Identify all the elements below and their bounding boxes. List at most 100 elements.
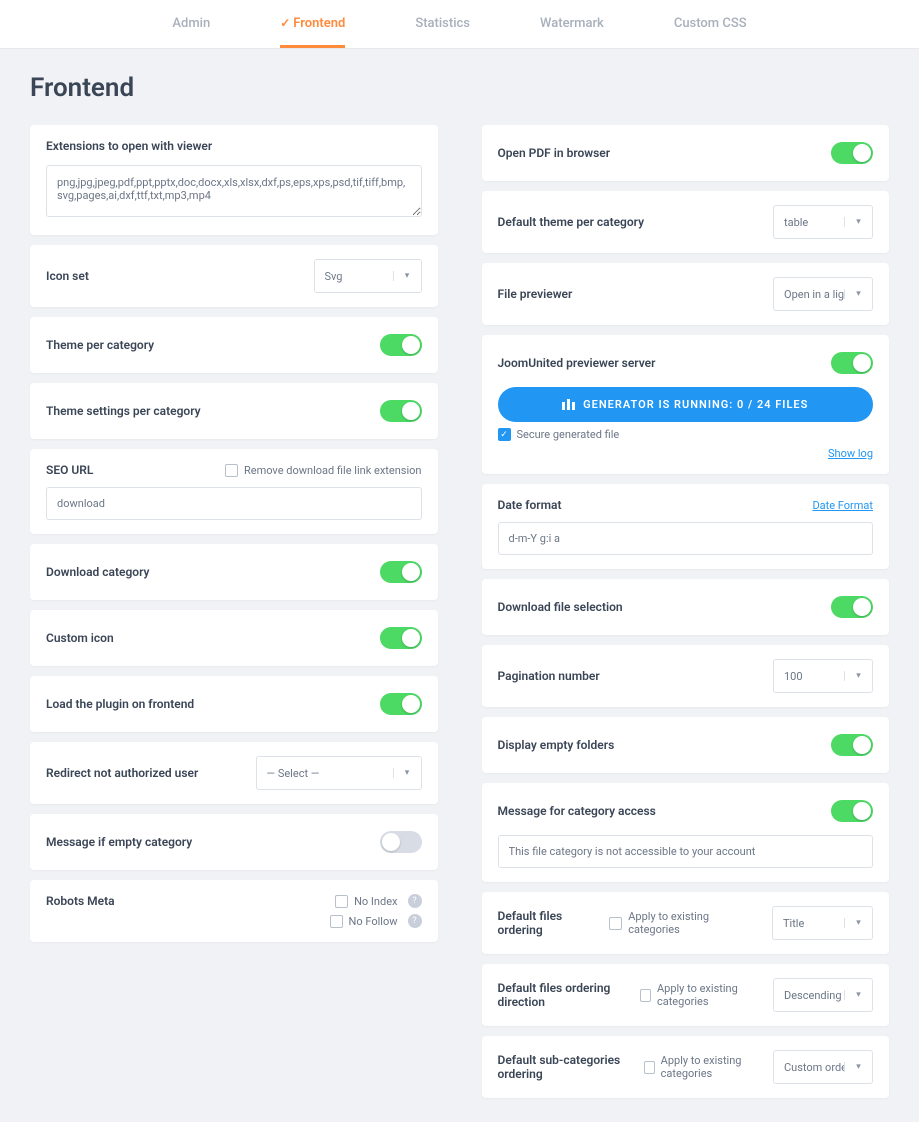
subcat-ordering-select[interactable]: Custom order ▾ bbox=[773, 1050, 873, 1084]
tab-admin[interactable]: Admin bbox=[172, 16, 210, 48]
theme-settings-toggle[interactable] bbox=[380, 400, 422, 422]
ordering-dir-apply-checkbox[interactable]: Apply to existing categories bbox=[640, 982, 763, 1008]
open-pdf-label: Open PDF in browser bbox=[498, 146, 611, 160]
chevron-down-icon: ▾ bbox=[844, 217, 872, 227]
card-redirect: Redirect not authorized user — Select — … bbox=[30, 742, 438, 804]
custom-icon-toggle[interactable] bbox=[380, 627, 422, 649]
card-icon-set: Icon set Svg ▾ bbox=[30, 245, 438, 307]
card-files-ordering: Default files ordering Apply to existing… bbox=[482, 892, 890, 954]
subcat-ordering-label: Default sub-categories ordering bbox=[498, 1053, 645, 1081]
secure-file-checkbox[interactable]: ✓ Secure generated file bbox=[498, 428, 874, 441]
tab-frontend[interactable]: Frontend bbox=[280, 16, 345, 48]
chevron-down-icon: ▾ bbox=[844, 1062, 872, 1072]
generator-button[interactable]: GENERATOR IS RUNNING: 0 / 24 FILES bbox=[498, 387, 874, 422]
category-message-input[interactable] bbox=[498, 835, 874, 868]
previewer-value: Open in a ligh bbox=[774, 288, 844, 301]
chevron-down-icon: ▾ bbox=[393, 271, 421, 281]
category-message-label: Message for category access bbox=[498, 804, 656, 818]
pagination-label: Pagination number bbox=[498, 669, 600, 683]
seo-label: SEO URL bbox=[46, 463, 93, 477]
ordering-value: Title bbox=[773, 917, 844, 930]
default-theme-label: Default theme per category bbox=[498, 215, 645, 229]
checkbox-icon bbox=[609, 917, 622, 930]
apply-label: Apply to existing categories bbox=[661, 1054, 763, 1080]
ordering-dir-label: Default files ordering direction bbox=[498, 981, 641, 1009]
tab-customcss[interactable]: Custom CSS bbox=[674, 16, 747, 48]
noindex-label: No Index bbox=[354, 895, 397, 908]
show-log-link[interactable]: Show log bbox=[828, 447, 873, 460]
ordering-dir-select[interactable]: Descending ▾ bbox=[773, 978, 873, 1012]
card-download-selection: Download file selection bbox=[482, 579, 890, 635]
card-empty-message: Message if empty category bbox=[30, 814, 438, 870]
card-theme-settings-per-category: Theme settings per category bbox=[30, 383, 438, 439]
theme-per-category-label: Theme per category bbox=[46, 338, 154, 352]
card-custom-icon: Custom icon bbox=[30, 610, 438, 666]
download-selection-label: Download file selection bbox=[498, 600, 623, 614]
download-category-toggle[interactable] bbox=[380, 561, 422, 583]
extensions-textarea[interactable]: png,jpg,jpeg,pdf,ppt,pptx,doc,docx,xls,x… bbox=[46, 165, 422, 217]
default-theme-select[interactable]: table ▾ bbox=[773, 205, 873, 239]
card-previewer: File previewer Open in a ligh ▾ bbox=[482, 263, 890, 325]
secure-label: Secure generated file bbox=[517, 428, 620, 441]
card-open-pdf: Open PDF in browser bbox=[482, 125, 890, 181]
chevron-down-icon: ▾ bbox=[844, 918, 872, 928]
robots-noindex-checkbox[interactable]: No Index ? bbox=[335, 894, 421, 908]
seo-url-input[interactable] bbox=[46, 487, 422, 520]
icon-set-label: Icon set bbox=[46, 269, 89, 283]
theme-per-category-toggle[interactable] bbox=[380, 334, 422, 356]
tabs-bar: Admin Frontend Statistics Watermark Cust… bbox=[0, 0, 919, 49]
subcat-apply-checkbox[interactable]: Apply to existing categories bbox=[644, 1054, 763, 1080]
redirect-value: — Select — bbox=[257, 767, 393, 780]
nofollow-label: No Follow bbox=[349, 915, 398, 928]
help-icon[interactable]: ? bbox=[408, 914, 422, 928]
icon-set-select[interactable]: Svg ▾ bbox=[314, 259, 422, 293]
open-pdf-toggle[interactable] bbox=[831, 142, 873, 164]
card-category-message: Message for category access bbox=[482, 783, 890, 882]
chevron-down-icon: ▾ bbox=[844, 671, 872, 681]
checkbox-icon bbox=[330, 915, 343, 928]
card-robots-meta: Robots Meta No Index ? No Follow ? bbox=[30, 880, 438, 942]
date-format-link[interactable]: Date Format bbox=[812, 499, 873, 512]
card-seo-url: SEO URL Remove download file link extens… bbox=[30, 449, 438, 534]
redirect-select[interactable]: — Select — ▾ bbox=[256, 756, 422, 790]
pagination-value: 100 bbox=[774, 670, 844, 683]
ordering-dir-value: Descending bbox=[774, 989, 844, 1002]
card-theme-per-category: Theme per category bbox=[30, 317, 438, 373]
extensions-label: Extensions to open with viewer bbox=[46, 139, 422, 153]
checkbox-icon bbox=[225, 464, 238, 477]
card-default-theme: Default theme per category table ▾ bbox=[482, 191, 890, 253]
help-icon[interactable]: ? bbox=[408, 894, 422, 908]
card-joomserver: JoomUnited previewer server GENERATOR IS… bbox=[482, 335, 890, 474]
date-format-input[interactable] bbox=[498, 522, 874, 555]
joomserver-label: JoomUnited previewer server bbox=[498, 356, 656, 370]
card-load-plugin: Load the plugin on frontend bbox=[30, 676, 438, 732]
date-format-label: Date format bbox=[498, 498, 562, 512]
chevron-down-icon: ▾ bbox=[844, 289, 872, 299]
card-subcat-ordering: Default sub-categories ordering Apply to… bbox=[482, 1036, 890, 1098]
category-message-toggle[interactable] bbox=[831, 800, 873, 822]
checkbox-icon: ✓ bbox=[498, 428, 511, 441]
tab-statistics[interactable]: Statistics bbox=[415, 16, 470, 48]
redirect-label: Redirect not authorized user bbox=[46, 766, 198, 780]
tab-watermark[interactable]: Watermark bbox=[540, 16, 604, 48]
custom-icon-label: Custom icon bbox=[46, 631, 114, 645]
joomserver-toggle[interactable] bbox=[831, 352, 873, 374]
card-ordering-direction: Default files ordering direction Apply t… bbox=[482, 964, 890, 1026]
previewer-select[interactable]: Open in a ligh ▾ bbox=[773, 277, 873, 311]
subcat-ordering-value: Custom order bbox=[774, 1061, 844, 1074]
ordering-select[interactable]: Title ▾ bbox=[772, 906, 873, 940]
checkbox-icon bbox=[644, 1061, 654, 1074]
theme-settings-label: Theme settings per category bbox=[46, 404, 201, 418]
empty-folders-label: Display empty folders bbox=[498, 738, 615, 752]
ordering-apply-checkbox[interactable]: Apply to existing categories bbox=[609, 910, 762, 936]
empty-message-toggle[interactable] bbox=[380, 831, 422, 853]
checkbox-icon bbox=[640, 989, 651, 1002]
checkbox-icon bbox=[335, 895, 348, 908]
bars-icon bbox=[562, 399, 575, 410]
robots-nofollow-checkbox[interactable]: No Follow ? bbox=[330, 914, 422, 928]
seo-remove-ext-checkbox[interactable]: Remove download file link extension bbox=[225, 464, 422, 477]
load-plugin-toggle[interactable] bbox=[380, 693, 422, 715]
pagination-select[interactable]: 100 ▾ bbox=[773, 659, 873, 693]
empty-folders-toggle[interactable] bbox=[831, 734, 873, 756]
download-selection-toggle[interactable] bbox=[831, 596, 873, 618]
